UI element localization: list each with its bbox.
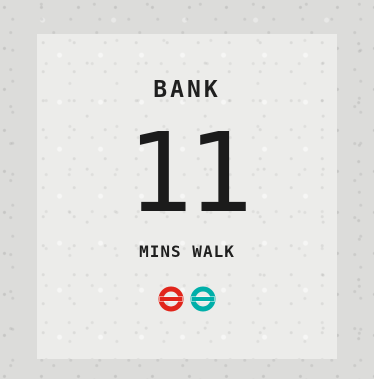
- underground-roundel-icon: [158, 286, 184, 312]
- dlr-roundel-icon: [190, 286, 216, 312]
- walk-unit-label: MINS WALK: [139, 242, 235, 261]
- station-walk-card: BANK 11 MINS WALK: [37, 34, 337, 359]
- line-icons: [37, 286, 337, 312]
- station-name: BANK: [153, 77, 221, 103]
- walk-minutes: 11: [126, 109, 253, 237]
